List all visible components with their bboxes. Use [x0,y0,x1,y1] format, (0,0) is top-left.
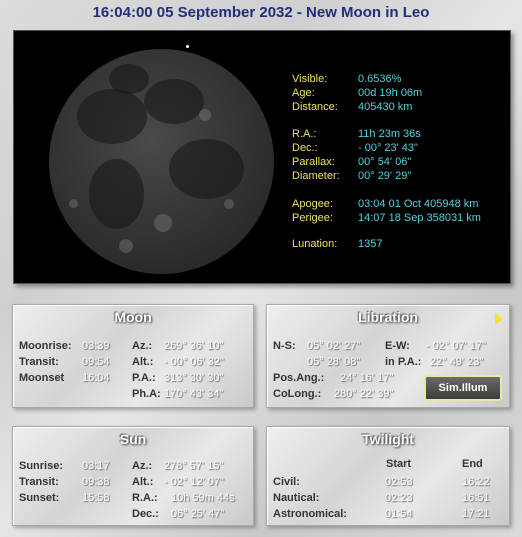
moon-panel-title: Moon [114,309,152,325]
posang-label: Pos.Ang.: [273,372,325,384]
sunrise-label: Sunrise: [19,460,64,472]
sun-alt-label: Alt.: [132,476,154,488]
moon-az-value: 269° 36' 10" [164,340,224,352]
sun-ra-label: R.A.: [132,492,158,504]
sun-transit-label: Transit: [19,476,59,488]
moonset-value: 16:04 [82,372,110,384]
sun-dec-label: Dec.: [132,508,159,520]
sun-alt-value: - 02° 12' 07" [164,476,224,488]
sun-panel: Sun Sunrise: 03:17 Transit: 09:38 Sunset… [12,426,254,526]
civil-end-value: 16:22 [462,476,490,488]
sun-dec-value: 06° 25' 47" [171,508,225,520]
nautical-start-value: 02:23 [385,492,413,504]
astronomical-end-value: 17:21 [462,508,490,520]
libration-ew-label: E-W: [385,340,410,352]
civil-start-value: 02:53 [385,476,413,488]
moon-pa-label: P.A.: [132,372,156,384]
sun-transit-value: 09:38 [82,476,110,488]
sun-panel-title: Sun [119,431,147,447]
sunset-label: Sunset: [19,492,60,504]
libration-ns-value: 05° 02' 27" [307,340,361,352]
moonrise-label: Moonrise: [19,340,72,352]
window-title: 16:04:00 05 September 2032 - New Moon in… [92,4,430,21]
nautical-label: Nautical: [273,492,320,504]
libration-ns-label: N-S: [273,340,296,352]
sun-az-label: Az.: [132,460,153,472]
twilight-panel-title: Twilight [362,431,414,447]
civil-label: Civil: [273,476,300,488]
nautical-end-value: 16:51 [462,492,490,504]
moon-disc-image [49,49,274,274]
moon-alt-value: - 00° 06' 32" [164,356,224,368]
moon-pa-value: 313° 30' 30" [164,372,224,384]
moonrise-value: 03:39 [82,340,110,352]
moon-az-label: Az.: [132,340,153,352]
moon-transit-value: 09:54 [82,356,110,368]
colong-label: CoLong.: [273,388,322,400]
libration-ew-value: - 02° 07' 17" [426,340,486,352]
sun-ra-value: 10h 59m 44s [171,492,235,504]
expand-arrow-icon[interactable] [495,313,503,325]
libration-panel: Libration N-S: 05° 02' 27" E-W: - 02° 07… [266,304,510,408]
moon-view[interactable]: Visible: 0.6536% Age: 00d 19h 06m Distance… [13,30,511,284]
libration-total-value: 05° 28' 08" [307,356,361,368]
sun-az-value: 278° 57' 15" [164,460,224,472]
sunset-value: 15:58 [82,492,110,504]
star [186,45,189,48]
moon-transit-label: Transit: [19,356,59,368]
libration-inpa-value: 22° 49' 23" [430,356,484,368]
moon-alt-label: Alt.: [132,356,154,368]
libration-panel-title: Libration [358,309,418,325]
moon-pha-value: 170° 43' 34" [164,388,224,400]
astronomical-start-value: 01:54 [385,508,413,520]
moon-panel: Moon Moonrise: 03:39 Transit: 09:54 Moon… [12,304,254,408]
moonset-label: Moonset [19,372,65,384]
sunrise-value: 03:17 [82,460,110,472]
twilight-start-header: Start [386,458,412,470]
libration-inpa-label: in P.A.: [385,356,422,368]
posang-value: 24° 16' 17" [340,372,394,384]
twilight-panel: Twilight Start End Civil: 02:53 16:22 Na… [266,426,510,526]
moon-pha-label: Ph.A: [132,388,161,400]
colong-value: 280° 22' 39" [334,388,394,400]
astronomical-label: Astronomical: [273,508,347,520]
sim-illum-button[interactable]: Sim.Illum [424,375,502,401]
twilight-end-header: End [462,458,483,470]
